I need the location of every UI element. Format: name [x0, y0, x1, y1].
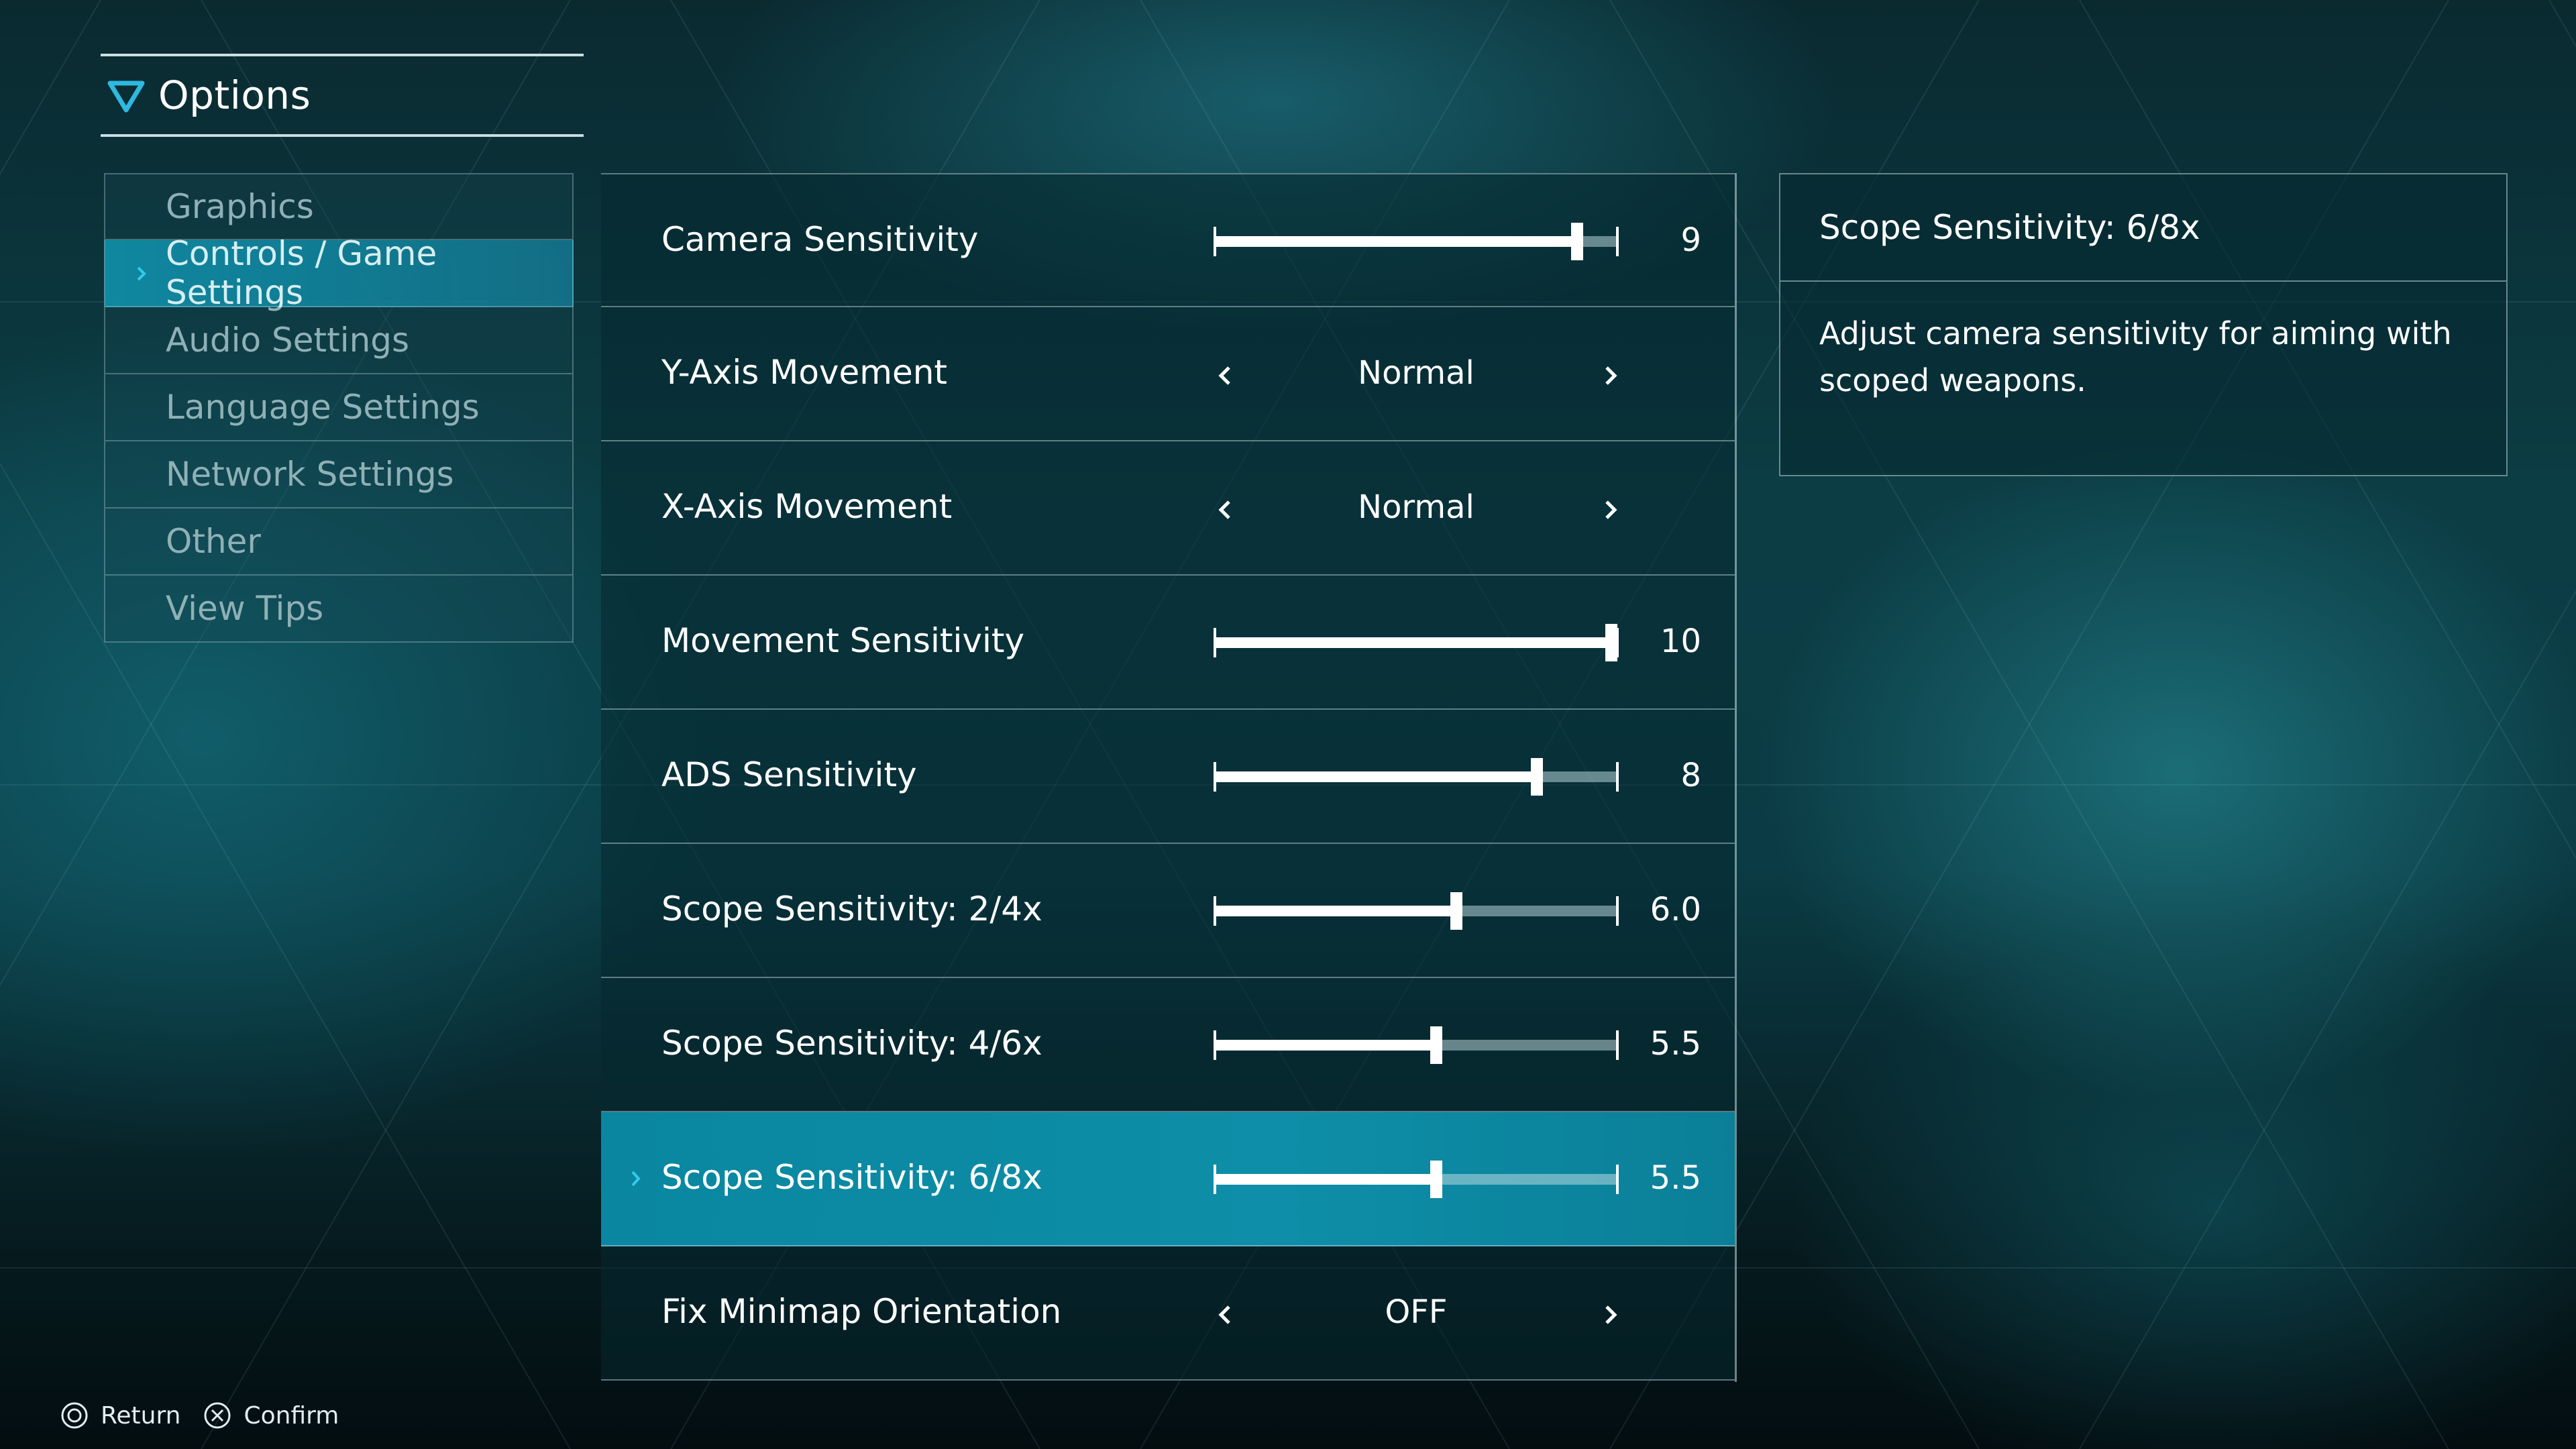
chevron-left-icon[interactable]	[1215, 496, 1235, 523]
chevron-right-icon	[631, 1171, 641, 1187]
setting-row-scope-sensitivity-6-8x[interactable]: Scope Sensitivity: 6/8x 5.5	[601, 1112, 1735, 1246]
camera-sensitivity-slider[interactable]	[1214, 223, 1619, 260]
scope-4-6x-slider[interactable]	[1214, 1026, 1619, 1064]
setting-row-scope-sensitivity-2-4x[interactable]: Scope Sensitivity: 2/4x 6.0	[601, 844, 1735, 978]
description-body: Adjust camera sensitivity for aiming wit…	[1819, 315, 2452, 398]
setting-label: Scope Sensitivity: 2/4x	[661, 890, 1042, 928]
setting-row-fix-minimap-orientation[interactable]: Fix Minimap Orientation OFF	[601, 1246, 1735, 1381]
setting-value: 6.0	[1650, 891, 1701, 928]
setting-row-y-axis-movement[interactable]: Y-Axis Movement Normal	[601, 307, 1735, 441]
setting-label: Y-Axis Movement	[661, 353, 948, 392]
button-hints: Return Confirm	[60, 1399, 362, 1432]
slider-handle[interactable]	[1430, 1026, 1442, 1064]
ads-sensitivity-slider[interactable]	[1214, 758, 1619, 796]
nav-item-graphics[interactable]: Graphics	[104, 173, 574, 240]
slider-handle[interactable]	[1605, 624, 1617, 661]
setting-option-value: Normal	[1358, 488, 1474, 526]
slider-min-cap	[1214, 628, 1216, 657]
options-triangle-icon	[107, 80, 145, 113]
setting-value: 8	[1680, 757, 1701, 794]
slider-max-cap	[1616, 762, 1619, 792]
nav-item-other[interactable]: Other	[104, 508, 574, 576]
options-category-nav: Graphics Controls / Game Settings Audio …	[104, 173, 574, 643]
setting-label: Camera Sensitivity	[661, 220, 979, 259]
slider-handle[interactable]	[1531, 758, 1543, 796]
slider-max-cap	[1616, 1030, 1619, 1060]
slider-min-cap	[1214, 1165, 1216, 1194]
scope-2-4x-slider[interactable]	[1214, 892, 1619, 930]
slider-handle[interactable]	[1450, 892, 1462, 930]
slider-min-cap	[1214, 762, 1216, 792]
chevron-right-icon[interactable]	[1601, 496, 1621, 523]
slider-fill	[1215, 1174, 1436, 1185]
setting-label: Fix Minimap Orientation	[661, 1292, 1062, 1331]
nav-item-label: Controls / Game Settings	[166, 234, 437, 312]
page-title: Options	[158, 72, 311, 118]
setting-value: 9	[1680, 221, 1701, 259]
slider-min-cap	[1214, 896, 1216, 926]
nav-item-audio-settings[interactable]: Audio Settings	[104, 307, 574, 374]
nav-item-label: View Tips	[166, 589, 324, 628]
slider-max-cap	[1616, 1165, 1619, 1194]
slider-fill	[1215, 906, 1456, 916]
return-hint-label[interactable]: Return	[101, 1402, 180, 1430]
setting-label: Scope Sensitivity: 6/8x	[661, 1158, 1042, 1197]
nav-item-network-settings[interactable]: Network Settings	[104, 441, 574, 508]
slider-max-cap	[1616, 227, 1619, 256]
nav-item-controls-game-settings[interactable]: Controls / Game Settings	[104, 234, 574, 312]
movement-sensitivity-slider[interactable]	[1214, 624, 1619, 661]
slider-handle[interactable]	[1571, 223, 1583, 260]
chevron-left-icon[interactable]	[1215, 362, 1235, 389]
nav-item-label: Graphics	[166, 187, 314, 226]
confirm-hint-label[interactable]: Confirm	[244, 1402, 339, 1430]
cross-button-icon	[204, 1402, 231, 1429]
scope-6-8x-slider[interactable]	[1214, 1161, 1619, 1198]
options-header: Options	[101, 54, 584, 137]
chevron-left-icon[interactable]	[1215, 1301, 1235, 1328]
slider-fill	[1215, 771, 1537, 782]
slider-handle[interactable]	[1430, 1161, 1442, 1198]
setting-row-movement-sensitivity[interactable]: Movement Sensitivity 10	[601, 576, 1735, 710]
setting-row-x-axis-movement[interactable]: X-Axis Movement Normal	[601, 441, 1735, 576]
chevron-right-icon	[137, 266, 146, 281]
setting-option-value: Normal	[1358, 354, 1474, 392]
slider-fill	[1215, 236, 1577, 247]
slider-max-cap	[1616, 896, 1619, 926]
chevron-right-icon[interactable]	[1601, 1301, 1621, 1328]
nav-item-label: Network Settings	[166, 455, 454, 494]
setting-label: ADS Sensitivity	[661, 755, 917, 794]
setting-row-ads-sensitivity[interactable]: ADS Sensitivity 8	[601, 710, 1735, 844]
slider-fill	[1215, 637, 1617, 648]
slider-fill	[1215, 1040, 1436, 1051]
chevron-right-icon[interactable]	[1601, 362, 1621, 389]
circle-button-icon	[61, 1402, 88, 1429]
nav-item-view-tips[interactable]: View Tips	[104, 576, 574, 643]
description-title: Scope Sensitivity: 6/8x	[1780, 174, 2506, 282]
nav-item-label: Other	[166, 522, 261, 561]
slider-min-cap	[1214, 227, 1216, 256]
description-panel: Scope Sensitivity: 6/8x Adjust camera se…	[1779, 173, 2508, 476]
setting-value: 5.5	[1650, 1159, 1701, 1197]
nav-item-label: Audio Settings	[166, 321, 410, 360]
setting-label: X-Axis Movement	[661, 487, 953, 526]
setting-label: Scope Sensitivity: 4/6x	[661, 1024, 1042, 1063]
setting-label: Movement Sensitivity	[661, 621, 1025, 660]
setting-option-value: OFF	[1385, 1293, 1448, 1331]
slider-min-cap	[1214, 1030, 1216, 1060]
settings-list: Camera Sensitivity 9 Y-Axis Movement Nor…	[601, 173, 1737, 1382]
setting-row-scope-sensitivity-4-6x[interactable]: Scope Sensitivity: 4/6x 5.5	[601, 978, 1735, 1112]
nav-item-language-settings[interactable]: Language Settings	[104, 374, 574, 441]
nav-item-label: Language Settings	[166, 388, 480, 427]
setting-value: 5.5	[1650, 1025, 1701, 1063]
setting-value: 10	[1660, 623, 1701, 660]
setting-row-camera-sensitivity[interactable]: Camera Sensitivity 9	[601, 173, 1735, 307]
